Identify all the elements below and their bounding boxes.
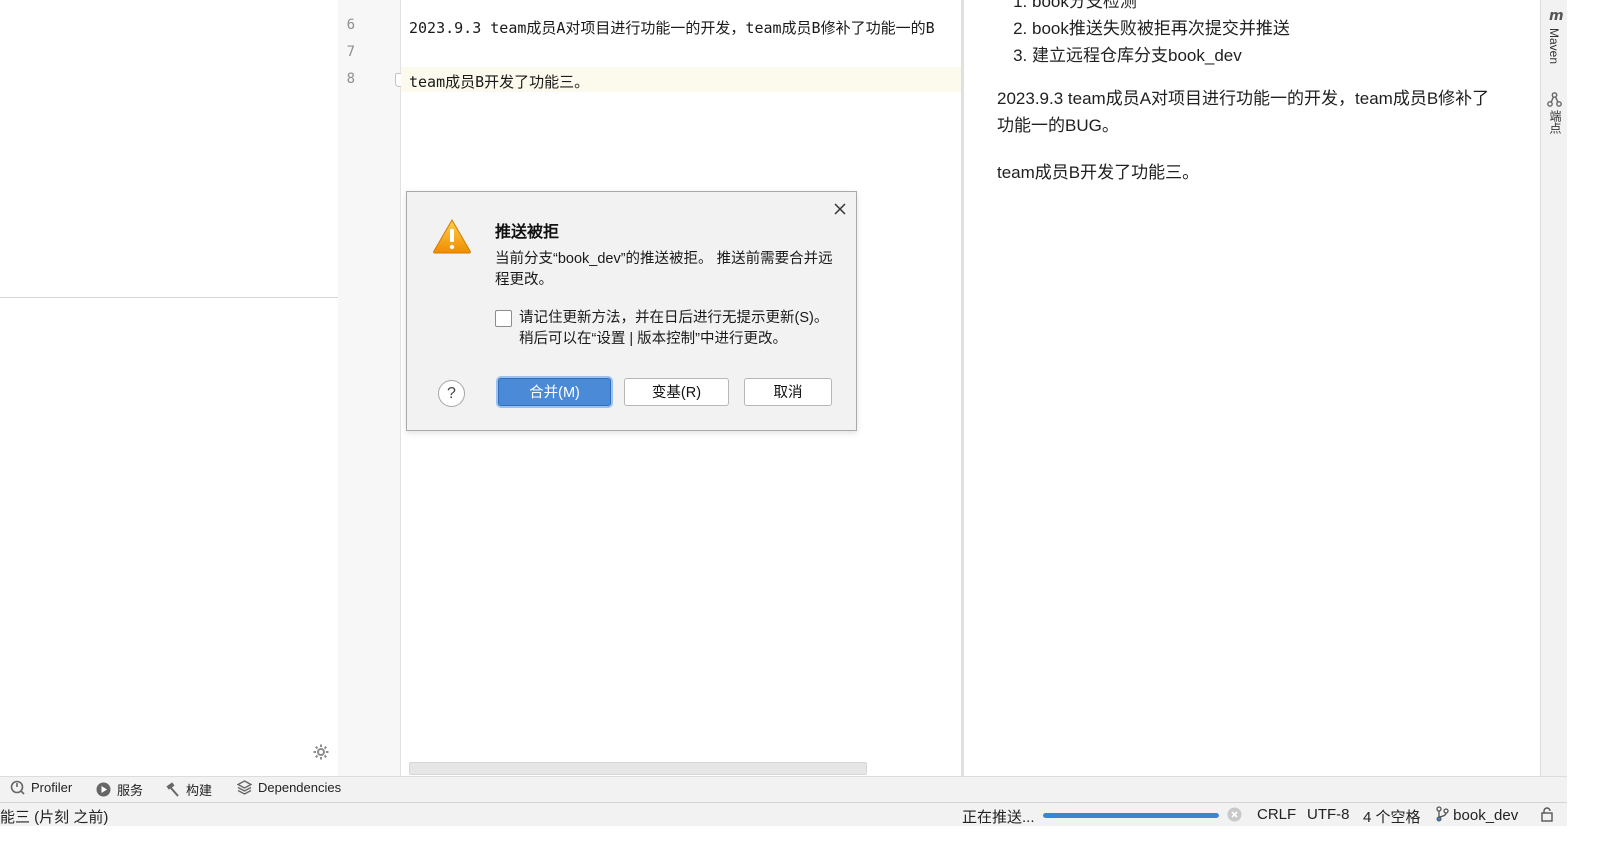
services-label: 服务 [117, 783, 144, 798]
services-tool-button[interactable]: 服务 [96, 780, 143, 799]
dialog-message: 当前分支“book_dev”的推送被拒。 推送前需要合并远程更改。 [495, 251, 833, 288]
status-message[interactable]: 能三 (片刻 之前) [0, 806, 108, 827]
project-panel-divider [0, 297, 338, 298]
maven-icon: m [1549, 8, 1564, 24]
hammer-icon [165, 782, 180, 797]
close-icon[interactable] [831, 200, 849, 218]
preview-paragraph-2: team成员B开发了功能三。 [997, 163, 1200, 182]
remember-update-checkbox[interactable] [495, 310, 512, 327]
cancel-button[interactable]: 取消 [744, 378, 832, 406]
branch-label: book_dev [1453, 807, 1519, 824]
window-bottom [0, 826, 1607, 849]
line-number: 5 [338, 0, 355, 4]
build-label: 构建 [186, 783, 213, 798]
gear-icon[interactable] [313, 744, 329, 760]
tool-window-bar: Profiler 服务 构建 Dependencies [0, 776, 1567, 802]
help-button[interactable]: ? [438, 380, 465, 407]
profiler-tool-button[interactable]: Profiler [10, 780, 72, 795]
markdown-preview: book分支检测 book推送失败被拒再次提交并推送 建立远程仓库分支book_… [964, 0, 1540, 793]
progress-label[interactable]: 正在推送... [962, 806, 1035, 827]
code-line-8[interactable]: team成员B开发了功能三。 [409, 71, 589, 92]
right-tool-strip: m Maven 端点 [1540, 0, 1568, 793]
maven-tool-button[interactable]: Maven [1547, 28, 1561, 64]
remember-update-label[interactable]: 请记住更新方法，并在日后进行无提示更新(S)。 稍后可以在“设置 | 版本控制”… [519, 308, 839, 350]
rebase-button[interactable]: 变基(R) [624, 378, 729, 406]
lock-icon[interactable] [1540, 807, 1554, 826]
push-rejected-dialog: 推送被拒 当前分支“book_dev”的推送被拒。 推送前需要合并远程更改。 请… [406, 191, 857, 431]
branch-icon [1436, 806, 1449, 826]
line-number: 8 [346, 71, 355, 87]
progress-bar [1043, 813, 1219, 818]
profiler-label: Profiler [31, 780, 73, 795]
endpoints-tool-button[interactable]: 端点 [1547, 110, 1564, 134]
branch-widget[interactable]: book_dev [1436, 806, 1518, 826]
list-item: book分支检测 [1032, 0, 1290, 15]
warning-icon [432, 218, 472, 254]
dependencies-label: Dependencies [258, 780, 342, 795]
project-panel [0, 0, 338, 793]
dialog-title: 推送被拒 [495, 224, 560, 241]
preview-paragraph-1: 2023.9.3 team成员A对项目进行功能一的开发，team成员B修补了功能… [997, 89, 1490, 135]
build-tool-button[interactable]: 构建 [165, 780, 212, 799]
preview-list: book分支检测 book推送失败被拒再次提交并推送 建立远程仓库分支book_… [998, 0, 1290, 69]
horizontal-scrollbar[interactable] [409, 762, 867, 775]
line-separator-widget[interactable]: CRLF [1257, 806, 1296, 823]
editor-gutter: 5 6 7 8 [338, 0, 405, 793]
code-line-6[interactable]: 2023.9.3 team成员A对项目进行功能一的开发，team成员B修补了功能… [409, 17, 935, 38]
profiler-icon [10, 780, 25, 795]
layers-icon [237, 780, 252, 795]
progress-fill [1043, 813, 1219, 818]
status-bar: 能三 (片刻 之前) 正在推送... CRLF UTF-8 4 个空格 book… [0, 802, 1567, 827]
cancel-progress-icon[interactable] [1227, 807, 1242, 822]
merge-button[interactable]: 合并(M) [498, 378, 611, 406]
services-icon [96, 782, 111, 797]
endpoints-icon [1547, 92, 1562, 111]
line-number: 6 [346, 17, 355, 33]
list-item: 建立远程仓库分支book_dev [1032, 42, 1290, 69]
encoding-widget[interactable]: UTF-8 [1307, 806, 1350, 823]
indent-widget[interactable]: 4 个空格 [1363, 806, 1421, 827]
line-number: 7 [346, 44, 355, 60]
dependencies-tool-button[interactable]: Dependencies [237, 780, 341, 795]
list-item: book推送失败被拒再次提交并推送 [1032, 15, 1290, 42]
window-edge [1567, 0, 1607, 849]
